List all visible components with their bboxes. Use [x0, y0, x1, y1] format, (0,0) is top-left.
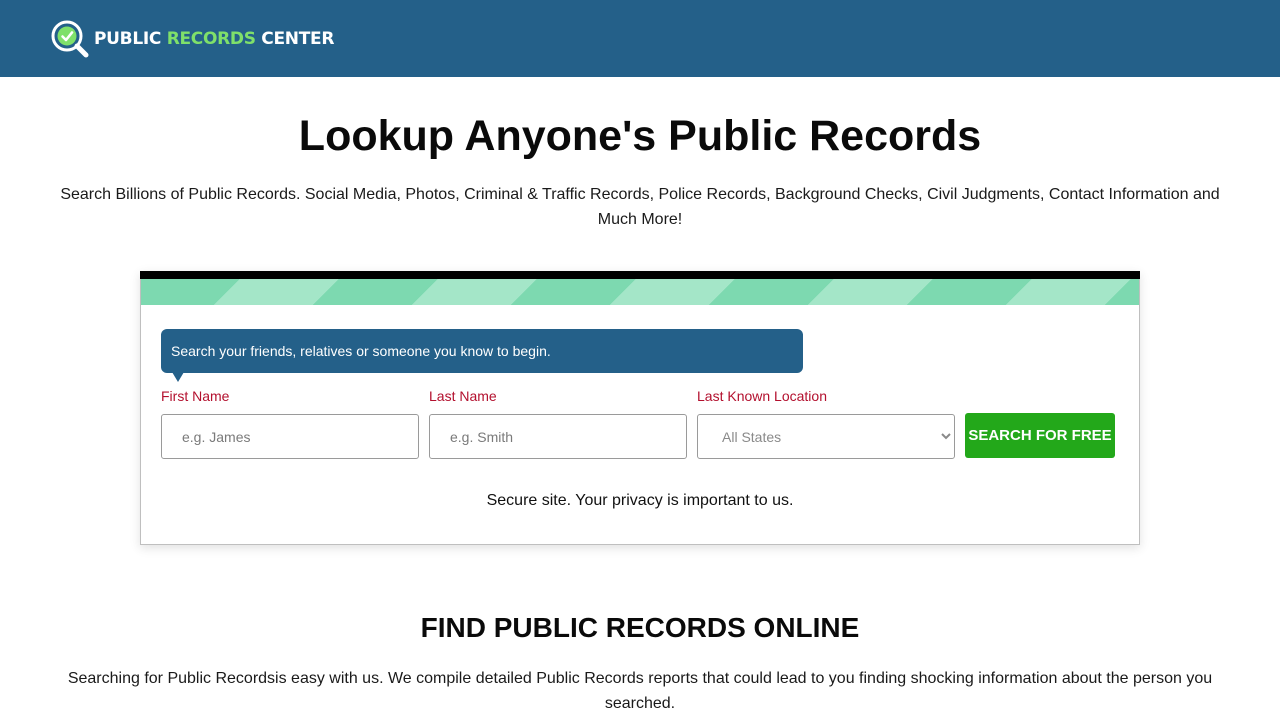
magnifier-check-icon	[50, 19, 90, 59]
logo-text: PUBLIC RECORDS CENTER	[94, 28, 335, 49]
last-name-label: Last Name	[429, 388, 497, 404]
hero-section: Lookup Anyone's Public Records Search Bi…	[0, 112, 1280, 232]
search-card: Search your friends, relatives or someon…	[140, 271, 1140, 545]
card-stripe-banner	[141, 279, 1139, 305]
search-prompt-bubble: Search your friends, relatives or someon…	[161, 329, 803, 382]
last-name-input[interactable]	[429, 414, 687, 459]
info-body: Searching for Public Recordsis easy with…	[67, 670, 1213, 712]
info-title: FIND PUBLIC RECORDS ONLINE	[420, 612, 860, 643]
secure-note: Secure site. Your privacy is important t…	[486, 492, 794, 509]
card-top-border	[140, 271, 1140, 279]
page-title: Lookup Anyone's Public Records	[298, 112, 982, 160]
site-header: PUBLIC RECORDS CENTER	[0, 0, 1280, 77]
first-name-label: First Name	[161, 388, 230, 404]
location-label: Last Known Location	[697, 388, 827, 404]
hero-subtitle: Search Billions of Public Records. Socia…	[60, 186, 1220, 229]
site-logo[interactable]: PUBLIC RECORDS CENTER	[50, 19, 334, 59]
info-section: FIND PUBLIC RECORDS ONLINE Searching for…	[0, 612, 1280, 716]
search-submit-button[interactable]: SEARCH FOR FREE	[965, 413, 1115, 458]
search-prompt-text: Search your friends, relatives or someon…	[171, 343, 551, 359]
location-select[interactable]: All States	[697, 414, 955, 459]
first-name-input[interactable]	[161, 414, 419, 459]
